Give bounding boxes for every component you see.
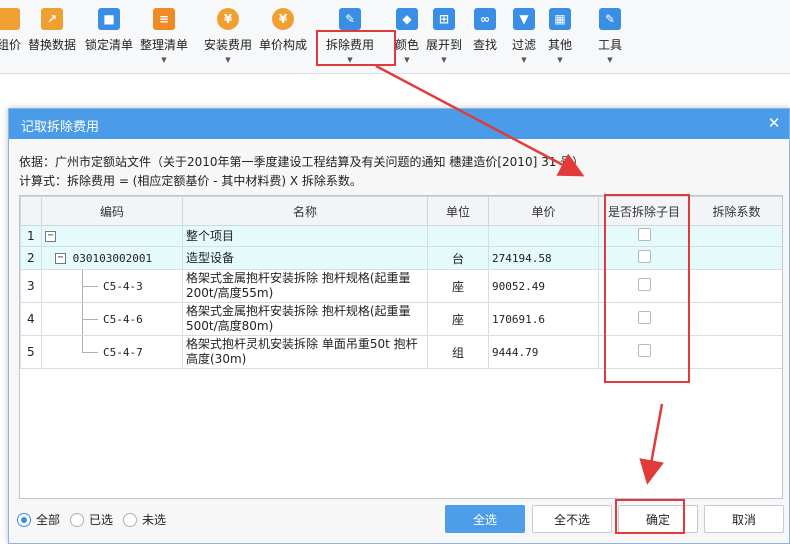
- arrow-to-ok: [639, 403, 664, 485]
- arrow-to-dialog: [375, 64, 585, 177]
- annotation-arrows: [375, 64, 664, 485]
